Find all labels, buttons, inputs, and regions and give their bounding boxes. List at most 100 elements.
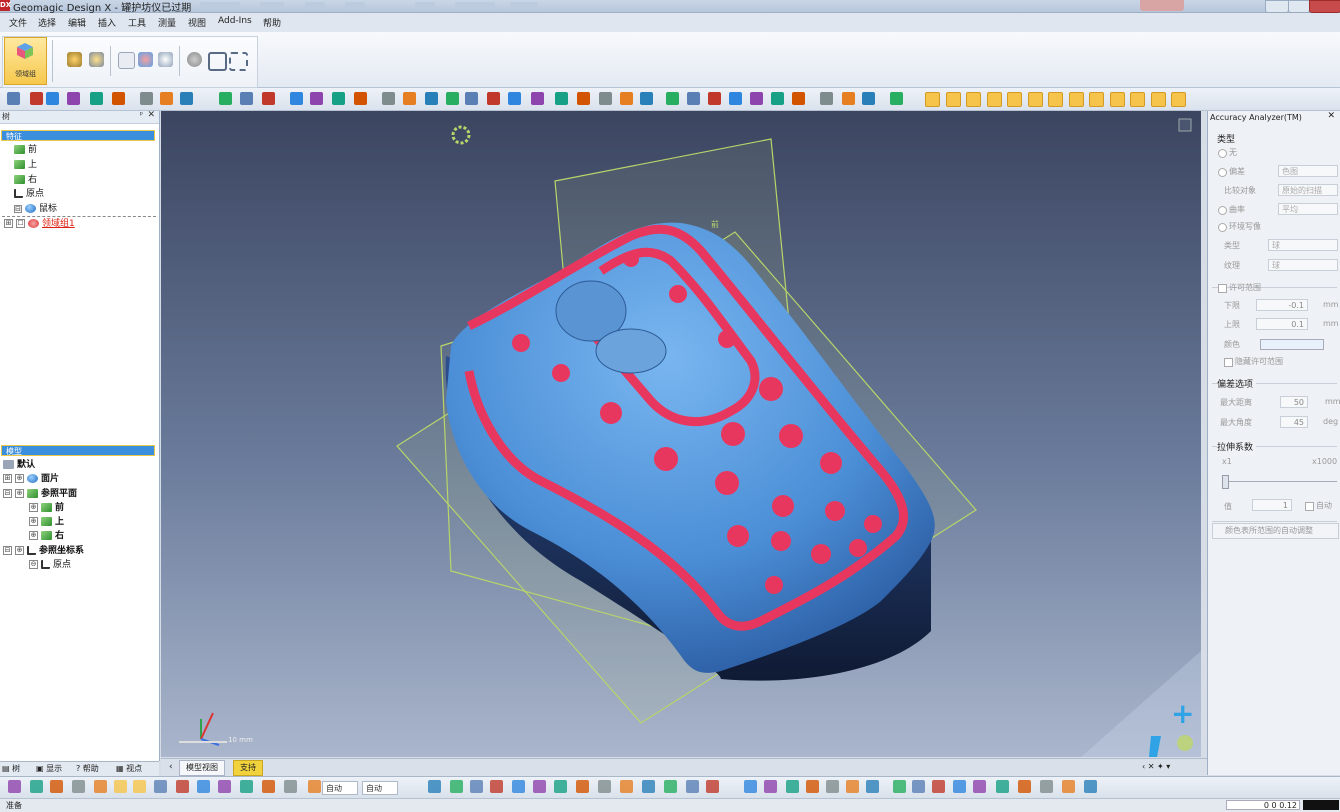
auto-segment-icon[interactable] [67,52,82,67]
bottom-tool-icon[interactable] [490,780,503,793]
deviation-select[interactable]: 色图 [1278,165,1338,177]
tree-item-right-plane[interactable]: 右 [14,174,37,187]
compare-select[interactable]: 原始的扫描 [1278,184,1338,196]
toolbar-tool-icon[interactable] [425,92,438,105]
stretch-slider[interactable] [1222,481,1337,482]
toolbar-tool-icon[interactable] [90,92,103,105]
sensitivity-filter-icon[interactable] [1171,92,1186,107]
tree-item-front-plane[interactable]: 前 [14,144,37,157]
bottom-tool-icon[interactable] [866,780,879,793]
texture-select[interactable]: 球 [1268,259,1338,271]
tree-item-mouse-mesh[interactable]: ⊟ 鼠标 [14,203,57,216]
toolbar-tool-icon[interactable] [640,92,653,105]
bottom-tool-icon[interactable] [197,780,210,793]
tab-support[interactable]: 支持 [233,760,263,776]
tree-item-front[interactable]: ⊕ 前 [29,502,64,515]
tree-item-origin[interactable]: 原点 [14,188,44,201]
toolbar-tool-icon[interactable] [7,92,20,105]
curvature-select[interactable]: 平均 [1278,203,1338,215]
bottom-tool-icon[interactable] [826,780,839,793]
bottom-tool-icon[interactable] [996,780,1009,793]
sensitivity-filter-icon[interactable] [1068,92,1084,107]
sphere-region-icon[interactable] [187,52,202,67]
bottom-tool-icon[interactable] [706,780,719,793]
color-swatch[interactable] [1260,339,1324,350]
menu-file[interactable]: 文件 [9,16,27,29]
kind-select[interactable]: 球 [1268,239,1338,251]
bottom-tool-icon[interactable] [8,780,21,793]
tab-model-view[interactable]: 模型视图 [179,760,225,776]
bottom-tool-icon[interactable] [642,780,655,793]
bottom-tool-icon[interactable] [470,780,483,793]
max-angle-input[interactable]: 45 [1280,416,1308,428]
toolbar-tool-icon[interactable] [531,92,544,105]
tree-item-default[interactable]: 默认 [3,459,35,472]
tab-display[interactable]: ▣ 显示 [36,763,62,775]
tolerance-checkbox[interactable] [1218,284,1227,293]
auto-checkbox[interactable] [1305,502,1314,511]
bottom-tool-icon[interactable] [744,780,757,793]
rotate-icon[interactable] [1177,735,1193,751]
radio-curvature[interactable] [1218,206,1227,215]
bottom-tool-icon[interactable] [686,780,699,793]
toolbar-tool-icon[interactable] [890,92,903,105]
tree-item-ref-planes[interactable]: ⊟ ⊕ 参照平面 [3,488,77,501]
tree-item-right[interactable]: ⊕ 右 [29,530,64,543]
tab-tree[interactable]: ▤ 树 [2,763,20,775]
toolbar-tool-icon[interactable] [555,92,568,105]
bottom-tool-icon[interactable] [554,780,567,793]
bottom-tool-icon[interactable] [218,780,231,793]
menu-view[interactable]: 视图 [188,16,206,29]
bottom-tool-icon[interactable] [1062,780,1075,793]
region-tool-icon[interactable] [158,52,173,67]
toolbar-tool-icon[interactable] [487,92,500,105]
sensitivity-filter-icon[interactable] [1109,92,1125,107]
bottom-tool-icon[interactable] [114,780,127,793]
bottom-tool-icon[interactable] [50,780,63,793]
model-viewport[interactable]: + 前 10 mm [161,111,1201,757]
bottom-tool-icon[interactable] [932,780,945,793]
bottom-tool-icon[interactable] [72,780,85,793]
toolbar-tool-icon[interactable] [219,92,232,105]
bottom-tool-icon[interactable] [973,780,986,793]
bottom-tool-icon[interactable] [133,780,146,793]
toolbar-tool-icon[interactable] [382,92,395,105]
toolbar-tool-icon[interactable] [180,92,193,105]
maximize-button[interactable] [1288,0,1310,13]
toolbar-tool-icon[interactable] [862,92,875,105]
menu-measure[interactable]: 测量 [158,16,176,29]
sensitivity-filter-icon[interactable] [966,92,981,107]
toolbar-tool-icon[interactable] [771,92,784,105]
value-input[interactable]: 1 [1252,499,1292,511]
bottom-tool-icon[interactable] [240,780,253,793]
tree-item-ref-csys[interactable]: ⊟ ⊕ 参照坐标系 [3,545,84,558]
tab-help[interactable]: ? 帮助 [76,763,99,775]
radio-none[interactable] [1218,149,1227,158]
bottom-tool-icon[interactable] [284,780,297,793]
model-tree-header[interactable]: 模型 [1,445,155,456]
radio-deviation[interactable] [1218,168,1227,177]
merge-region-icon[interactable] [118,52,135,69]
toolbar-tool-icon[interactable] [687,92,700,105]
toolbar-tool-icon[interactable] [750,92,763,105]
menu-addins[interactable]: Add-Ins [218,16,252,26]
stretch-slider-thumb[interactable] [1222,475,1229,489]
tree-item-region-group[interactable]: ⊞ ☐ 领域组1 [4,218,75,231]
bottom-tool-icon[interactable] [308,780,321,793]
expand-region-icon[interactable] [208,52,227,71]
menu-select[interactable]: 选择 [38,16,56,29]
menu-insert[interactable]: 插入 [98,16,116,29]
bottom-tool-icon[interactable] [953,780,966,793]
toolbar-tool-icon[interactable] [262,92,275,105]
feature-tree-header[interactable]: 特征 [1,130,155,141]
panel-pin-icon[interactable]: ᵖ [140,110,143,119]
sensitivity-filter-icon[interactable] [986,92,1002,107]
bottom-tool-icon[interactable] [786,780,799,793]
hide-tolerance-checkbox[interactable] [1224,358,1233,367]
menu-help[interactable]: 帮助 [263,16,281,29]
upper-input[interactable]: 0.1 [1256,318,1308,330]
sensitivity-filter-icon[interactable] [945,92,961,107]
tree-item-mesh[interactable]: ⊞ ⊕ 面片 [3,473,59,486]
bottom-tool-icon[interactable] [893,780,906,793]
toolbar-tool-icon[interactable] [708,92,721,105]
